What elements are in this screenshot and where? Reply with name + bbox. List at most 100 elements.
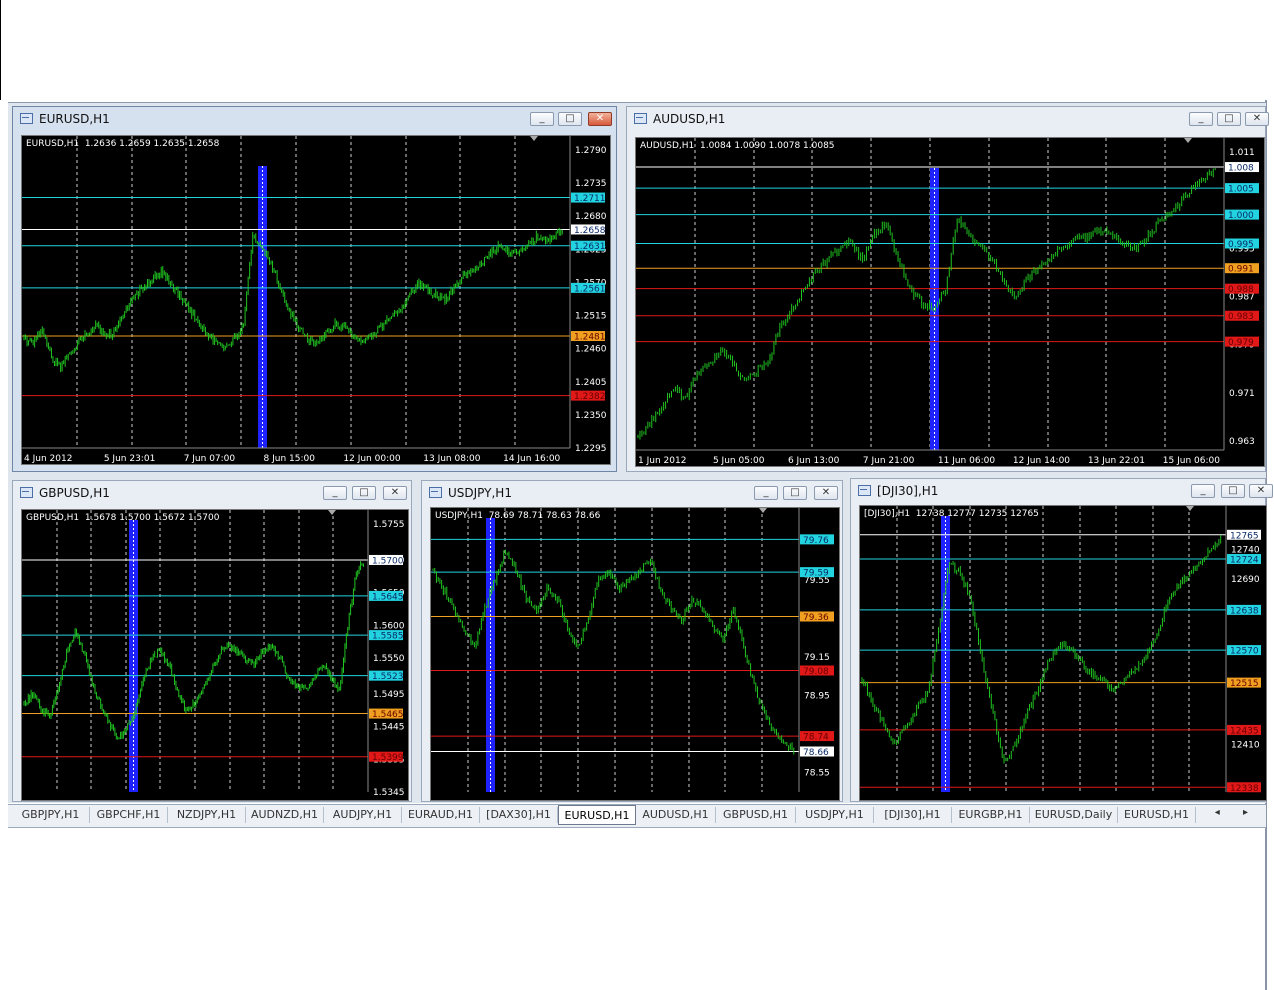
minimize-button[interactable]: _ — [1191, 484, 1215, 498]
chart-tab[interactable]: GBPJPY,H1 — [12, 807, 90, 823]
level-label: 1.2481 — [574, 333, 606, 343]
price-tick-label: 1.2350 — [575, 411, 607, 421]
time-tick-label: 15 Jun 06:00 — [1163, 456, 1220, 466]
price-tick-label: 1.2460 — [575, 345, 607, 355]
window-titlebar[interactable]: GBPUSD,H1 _ □ ✕ — [13, 481, 411, 505]
chart-tab[interactable]: NZDJPY,H1 — [168, 807, 246, 823]
chart-canvas[interactable]: 1.57551.57001.56501.56001.55501.54951.54… — [22, 510, 409, 801]
close-button[interactable]: ✕ — [1249, 484, 1273, 498]
price-tick-label: 1.2295 — [575, 444, 607, 454]
chart-tab[interactable]: GBPCHF,H1 — [90, 807, 168, 823]
chart-canvas[interactable]: 1.0110.9950.9870.9790.9710.9631.0081.005… — [636, 138, 1265, 467]
chart-window-icon — [634, 113, 647, 124]
price-tick-label: 1.2405 — [575, 378, 607, 388]
minimize-button[interactable]: _ — [323, 486, 347, 500]
chart-tab[interactable]: GBPUSD,H1 — [716, 807, 796, 823]
chart-tab[interactable]: EURGBP,H1 — [952, 807, 1030, 823]
price-tick-label: 1.5755 — [373, 520, 405, 530]
chart-canvas[interactable]: 79.5579.1578.9578.5579.7679.5979.3679.08… — [431, 508, 840, 801]
level-label: 79.36 — [803, 613, 829, 623]
price-chart[interactable]: 1.27901.27351.26801.26251.25701.25151.24… — [21, 135, 611, 465]
tab-scroll-arrows[interactable]: ◂ ▸ — [1215, 807, 1258, 818]
level-label: 79.76 — [803, 536, 829, 546]
level-label: 1.5399 — [372, 753, 404, 763]
price-tick-label: 1.5495 — [373, 690, 405, 700]
window-titlebar[interactable]: [DJI30],H1 _ □ ✕ — [851, 479, 1273, 503]
chart-tab[interactable]: EURUSD,H1 — [1118, 807, 1196, 823]
chart-canvas[interactable]: 1.27901.27351.26801.26251.25701.25151.24… — [22, 136, 611, 465]
window-title: USDJPY,H1 — [448, 486, 512, 500]
chart-window-usdjpy[interactable]: USDJPY,H1 _ □ ✕ 79.55 79.15 78.95 78.55 79.7… — [421, 480, 843, 802]
time-tick-label: 12 Jun 00:00 — [343, 454, 400, 464]
price-tick-label: 1.5345 — [373, 788, 405, 798]
price-chart[interactable]: 1.57551.57001.56501.56001.55501.54951.54… — [21, 509, 409, 801]
restore-button[interactable]: □ — [783, 486, 807, 500]
price-chart[interactable]: 1276512740126901241012765127241263812570… — [859, 505, 1267, 801]
time-tick-label: 1 Jun 2012 — [638, 456, 686, 466]
chart-window-icon — [20, 113, 33, 124]
restore-button[interactable]: □ — [352, 486, 376, 500]
ohlc-readout: AUDUSD,H1 1.0084 1.0090 1.0078 1.0085 — [640, 141, 835, 151]
level-label: 1.5523 — [372, 672, 404, 682]
time-tick-label: 7 Jun 07:00 — [184, 454, 236, 464]
close-button[interactable]: ✕ — [1245, 112, 1269, 126]
chart-tab[interactable]: AUDUSD,H1 — [636, 807, 716, 823]
ohlc-readout: EURUSD,H1 1.2636 1.2659 1.2635 1.2658 — [26, 139, 220, 149]
close-button[interactable]: ✕ — [383, 486, 407, 500]
window-titlebar[interactable]: USDJPY,H1 _ □ ✕ — [422, 481, 842, 505]
level-label: 1.5700 — [372, 556, 404, 566]
time-tick-label: 5 Jun 23:01 — [104, 454, 155, 464]
time-tick-label: 6 Jun 13:00 — [788, 456, 840, 466]
level-label: 12515 — [1230, 679, 1259, 689]
level-label: 1.005 — [1228, 185, 1254, 195]
level-label: 1.2561 — [574, 284, 606, 294]
chart-shift-marker — [1184, 138, 1192, 143]
price-tick-label: 0.971 — [1229, 389, 1255, 399]
price-tick-label: 1.2515 — [575, 312, 607, 322]
chart-canvas[interactable]: 1276512740126901241012765127241263812570… — [860, 506, 1267, 801]
restore-button[interactable]: □ — [558, 112, 582, 126]
chart-window-gbpusd[interactable]: GBPUSD,H1 _ □ ✕ 1.57551.57001.56501.5600… — [12, 480, 412, 802]
ohlc-readout: GBPUSD,H1 1.5678 1.5700 1.5672 1.5700 — [26, 513, 220, 523]
chart-tab[interactable]: [DAX30],H1 — [480, 807, 558, 823]
price-tick-label: 1.2790 — [575, 146, 607, 156]
close-button[interactable]: ✕ — [814, 486, 838, 500]
time-tick-label: 13 Jun 08:00 — [423, 454, 480, 464]
level-label: 0.988 — [1228, 285, 1254, 295]
price-tick-label: 1.5550 — [373, 654, 405, 664]
minimize-button[interactable]: _ — [754, 486, 778, 500]
chart-tab[interactable]: AUDNZD,H1 — [246, 807, 324, 823]
level-label: 0.995 — [1228, 240, 1254, 250]
time-tick-label: 14 Jun 16:00 — [503, 454, 560, 464]
chart-tab[interactable]: EURUSD,Daily — [1030, 807, 1118, 823]
minimize-button[interactable]: _ — [1189, 112, 1213, 126]
restore-button[interactable]: □ — [1221, 484, 1245, 498]
chart-tab[interactable]: [DJI30],H1 — [874, 807, 952, 823]
time-tick-label: 5 Jun 05:00 — [713, 456, 765, 466]
chart-tab-bar: ◂ ▸ GBPJPY,H1 GBPCHF,H1 NZDJPY,H1 AUDNZD,H1… — [8, 804, 1266, 828]
level-label: 12338 — [1230, 784, 1259, 794]
minimize-button[interactable]: _ — [530, 112, 554, 126]
chart-window-dji30[interactable]: [DJI30],H1 _ □ ✕ 12765127401269012410127… — [850, 478, 1273, 802]
window-titlebar[interactable]: AUDUSD,H1 _ □ ✕ — [627, 107, 1269, 131]
chart-tab[interactable]: AUDJPY,H1 — [324, 807, 402, 823]
price-chart[interactable]: 79.55 79.15 78.95 78.55 79.76 79.59 79.36 79.08… — [430, 507, 840, 801]
level-label: 79.08 — [803, 667, 829, 677]
chart-tab[interactable]: USDJPY,H1 — [796, 807, 874, 823]
chart-window-eurusd[interactable]: EURUSD,H1 _ □ ✕ 1.27901.27351.26801.2625… — [12, 106, 617, 472]
close-button[interactable]: ✕ — [588, 112, 612, 126]
chart-window-audusd[interactable]: AUDUSD,H1 _ □ ✕ 1.0110.9950.9870.9790.97… — [626, 106, 1269, 472]
level-label: 79.59 — [803, 569, 829, 579]
price-tick-label: 1.011 — [1229, 148, 1255, 158]
price-chart[interactable]: 1.0110.9950.9870.9790.9710.9631.0081.005… — [635, 137, 1265, 467]
window-title: EURUSD,H1 — [39, 112, 110, 126]
ohlc-readout: USDJPY,H1 78.69 78.71 78.63 78.66 — [435, 511, 601, 521]
price-tick-label: 78.95 — [804, 692, 830, 702]
window-titlebar[interactable]: EURUSD,H1 _ □ ✕ — [13, 107, 616, 131]
restore-button[interactable]: □ — [1217, 112, 1241, 126]
chart-tab[interactable]: EURUSD,H1 — [558, 805, 636, 825]
level-label: 12570 — [1230, 647, 1259, 657]
level-label: 1.5645 — [372, 592, 404, 602]
level-label: 0.979 — [1228, 338, 1254, 348]
chart-tab[interactable]: EURAUD,H1 — [402, 807, 480, 823]
